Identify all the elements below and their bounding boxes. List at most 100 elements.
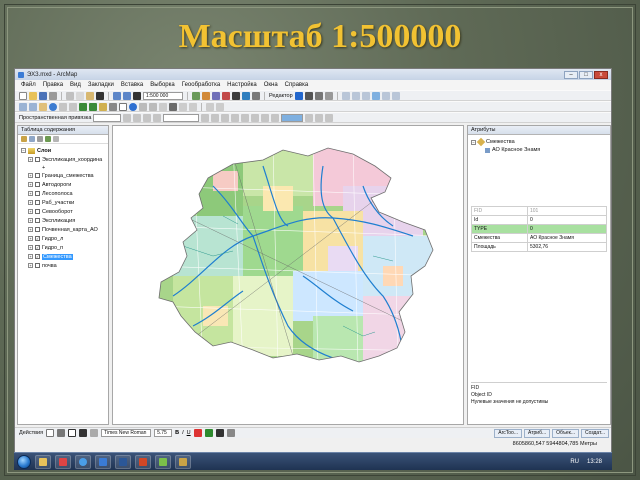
spatial-adjust-menu[interactable]: Пространственная привязка [19,115,91,121]
attribute-value[interactable]: АО Красное Знамя [527,233,607,243]
layer-visibility-checkbox[interactable] [35,191,40,196]
add-link-icon[interactable] [143,113,152,122]
layer-row[interactable]: + Экспликация [20,216,106,225]
expand-icon[interactable]: + [28,245,33,250]
link-table-icon[interactable] [153,113,162,122]
rotate-tool-icon[interactable] [324,91,333,100]
expand-icon[interactable]: + [28,157,33,162]
sketch-props-icon[interactable] [381,91,390,100]
attribute-value[interactable]: 5302,76 [527,242,607,252]
editor-menu[interactable]: Редактор [269,93,293,99]
layer-row[interactable]: + ✓ Гидро_л [20,234,106,243]
georef-icon[interactable] [206,102,214,111]
layer-row[interactable]: + Экспликация_координа [20,155,106,164]
list-by-selection-icon[interactable] [45,136,51,142]
map-view[interactable] [112,125,464,425]
edit-vertices-icon[interactable] [90,429,99,437]
attribute-value[interactable]: 101 [527,206,607,216]
forward-extent-icon[interactable] [89,102,97,111]
layer-row[interactable]: + ✓ Смежества [20,252,106,261]
underline-button[interactable]: U [187,430,191,436]
list-by-drawing-order-icon[interactable] [21,136,27,142]
layer-visibility-checkbox[interactable] [35,227,40,232]
undo-icon[interactable] [113,91,121,100]
attribute-row[interactable]: Id 0 [471,215,607,225]
expand-icon[interactable]: + [28,263,33,268]
marker-color-icon[interactable] [226,429,235,437]
back-extent-icon[interactable] [79,102,87,111]
tab-arctoolbox[interactable]: ArcToo... [494,428,522,438]
copy-icon[interactable] [76,91,84,100]
layer-visibility-checkbox[interactable]: ✓ [35,236,40,241]
editor-toolbar-icon[interactable] [192,91,200,100]
taskbar-app[interactable] [155,454,171,469]
clear-selection-icon[interactable] [109,102,117,111]
display-link-combo[interactable] [281,113,304,122]
collapse-icon[interactable]: − [21,148,26,153]
layer-visibility-checkbox[interactable]: ✓ [35,245,40,250]
close-button[interactable]: x [594,70,608,79]
rubbersheet-icon[interactable] [211,113,220,122]
options-icon[interactable] [325,113,334,122]
transform-combo[interactable] [163,113,200,122]
attributes-icon[interactable] [371,91,380,100]
edgematch-icon[interactable] [221,113,230,122]
fill-color-icon[interactable] [204,429,213,437]
attribute-row[interactable]: FID 101 [471,206,607,216]
layer-row[interactable]: + Почвенная_карта_АО [20,225,106,234]
create-features-icon[interactable] [391,91,400,100]
attributes-layer-row[interactable]: − Смежества [471,137,607,147]
attribute-value[interactable]: 0 [527,215,607,225]
split-tool-icon[interactable] [314,91,323,100]
adjust-layer-combo[interactable] [93,113,122,122]
delete-icon[interactable] [96,91,104,100]
layout-icon[interactable] [341,91,350,100]
layer-row[interactable]: + Лесополоса [20,189,106,198]
layer-visibility-checkbox[interactable] [35,157,40,162]
snapping-icon[interactable] [361,91,370,100]
taskbar-powerpoint[interactable] [135,454,151,469]
attribute-row[interactable]: Смежества АО Красное Знамя [471,233,607,243]
layer-visibility-checkbox[interactable] [35,209,40,214]
search-window-icon[interactable] [222,91,230,100]
taskbar-word[interactable] [115,454,131,469]
full-extent-icon[interactable] [49,102,57,111]
font-combo[interactable]: Times New Roman [101,429,152,437]
drawing-menu[interactable]: Действия [19,430,43,436]
pan-icon[interactable] [39,102,47,111]
layer-visibility-checkbox[interactable] [35,200,40,205]
tab-create[interactable]: Создат... [580,428,609,438]
toc-icon[interactable] [202,91,210,100]
adjust-icon[interactable] [201,113,210,122]
expand-icon[interactable]: + [28,218,33,223]
html-popup-icon[interactable] [149,102,157,111]
layer-row[interactable]: + Севооборот [20,207,106,216]
hyperlink-icon[interactable] [139,102,147,111]
select-elements-icon[interactable] [46,429,55,437]
taskbar-explorer[interactable] [35,454,51,469]
attributes-feature-row[interactable]: АО Красное Знамя [471,146,607,154]
menu-view[interactable]: Вид [70,82,81,88]
expand-icon[interactable]: + [28,191,33,196]
layer-row[interactable]: + почва [20,261,106,270]
attribute-row[interactable]: Площадь 5302,76 [471,242,607,252]
minimize-button[interactable]: – [564,70,578,79]
fixed-zoom-out-icon[interactable] [69,102,77,111]
expand-icon[interactable]: + [28,227,33,232]
menu-bookmarks[interactable]: Закладки [88,82,114,88]
tab-objects[interactable]: Объек... [552,428,579,438]
scale-combo[interactable]: 1:500 000 [143,91,183,100]
maximize-button[interactable]: □ [579,70,593,79]
arctoolbox-icon[interactable] [232,91,240,100]
select-features-icon[interactable] [99,102,107,111]
bold-button[interactable]: B [175,430,179,436]
menu-edit[interactable]: Правка [43,82,63,88]
preview-icon[interactable] [315,113,324,122]
viewer-icon[interactable] [216,102,224,111]
rectangle-icon[interactable] [68,429,77,437]
menu-geoprocessing[interactable]: Геообработка [182,82,220,88]
menu-insert[interactable]: Вставка [121,82,143,88]
modify-link-icon[interactable] [251,113,260,122]
menu-file[interactable]: Файл [21,82,36,88]
new-document-icon[interactable] [19,91,27,100]
